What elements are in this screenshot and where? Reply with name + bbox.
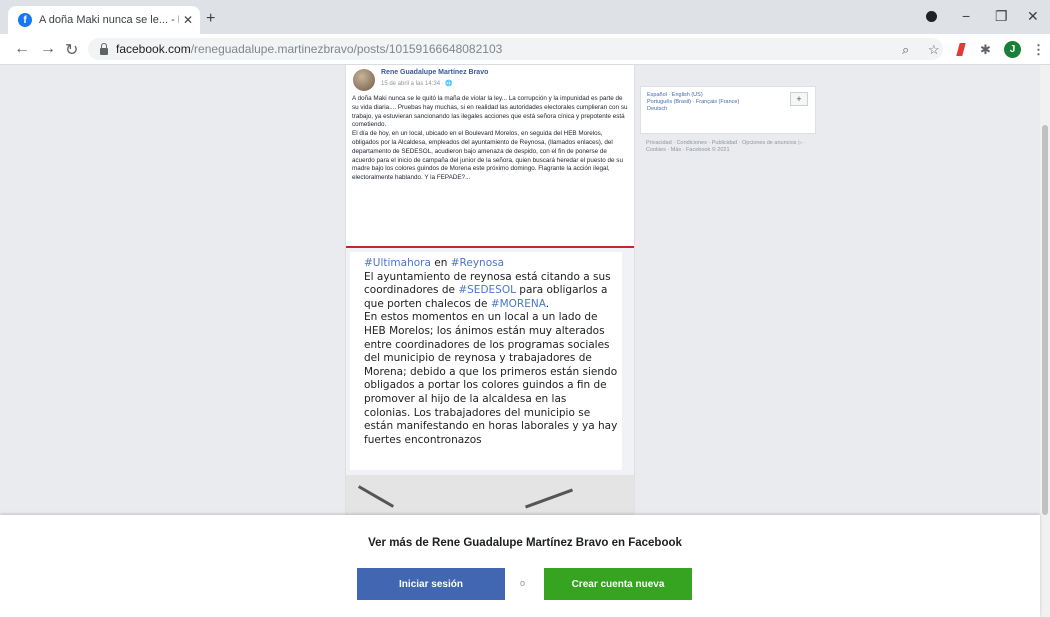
hashtag-link[interactable]: #Reynosa [451, 257, 504, 269]
browser-tab-bar: f A doña Maki nunca se le... - Rene ✕ + … [0, 0, 1050, 34]
create-account-button[interactable]: Crear cuenta nueva [544, 568, 692, 600]
back-icon[interactable]: ← [14, 40, 30, 58]
login-banner: Ver más de Rene Guadalupe Martínez Bravo… [0, 515, 1040, 617]
record-icon[interactable] [926, 11, 937, 22]
puzzle-icon[interactable]: ✱ [980, 42, 991, 58]
language-link[interactable]: English (US) [672, 92, 703, 98]
post-paragraph: El día de hoy, en un local, ubicado en e… [352, 130, 623, 182]
tab-title: A doña Maki nunca se le... - Rene [39, 14, 179, 26]
scrollbar-thumb[interactable] [1042, 125, 1048, 515]
post-image[interactable] [346, 475, 634, 515]
post-author[interactable]: Rene Guadalupe Martínez Bravo [381, 69, 488, 76]
hashtag-link[interactable]: #MORENA [491, 298, 546, 310]
facebook-favicon-icon: f [18, 13, 32, 27]
more-languages-button[interactable]: + [790, 92, 808, 106]
login-button[interactable]: Iniciar sesión [357, 568, 505, 600]
language-links: Español · English (US) Português (Brasil… [647, 92, 740, 113]
footer-links[interactable]: Privacidad · Condiciones · Publicidad · … [646, 140, 814, 154]
shared-post-text: #Ultimahora en #Reynosa El ayuntamiento d… [364, 257, 618, 446]
language-link[interactable]: Español [647, 92, 667, 98]
url-text[interactable]: facebook.com/reneguadalupe.martinezbravo… [116, 42, 502, 56]
language-link[interactable]: Português (Brasil) [647, 99, 691, 105]
browser-toolbar: ← → ↻ facebook.com/reneguadalupe.martine… [0, 34, 1050, 65]
author-avatar[interactable] [353, 69, 375, 91]
reload-icon[interactable]: ↻ [65, 40, 78, 60]
new-tab-button[interactable]: + [206, 10, 215, 28]
forward-icon[interactable]: → [40, 40, 56, 58]
window-close-button[interactable]: ✕ [1027, 8, 1039, 25]
post-date[interactable]: 15 de abril a las 14:34 · 🌐 [381, 80, 453, 87]
tab-close-icon[interactable]: ✕ [183, 13, 193, 27]
address-bar[interactable]: facebook.com/reneguadalupe.martinezbravo… [88, 38, 943, 60]
language-link[interactable]: Deutsch [647, 106, 667, 112]
star-icon[interactable]: ☆ [928, 42, 940, 58]
banner-title: Ver más de Rene Guadalupe Martínez Bravo… [368, 537, 682, 549]
window-minimize-button[interactable]: − [962, 8, 970, 24]
hashtag-link[interactable]: #Ultimahora [364, 257, 431, 269]
profile-avatar[interactable]: J [1004, 41, 1021, 58]
menu-icon[interactable]: ⋮ [1032, 42, 1045, 58]
browser-tab[interactable]: f A doña Maki nunca se le... - Rene ✕ [8, 6, 200, 34]
hashtag-link[interactable]: #SEDESOL [458, 284, 516, 296]
window-restore-button[interactable]: ❐ [995, 8, 1008, 25]
language-selector: Español · English (US) Português (Brasil… [640, 86, 816, 134]
extension-icon[interactable] [956, 43, 966, 56]
scrollbar[interactable] [1040, 65, 1050, 617]
post-paragraph: A doña Maki nunca se le quitó la maña de… [352, 95, 628, 129]
language-link[interactable]: Français (France) [696, 99, 739, 105]
post-text: A doña Maki nunca se le quitó la maña de… [352, 95, 628, 183]
or-separator: o [520, 578, 526, 588]
shared-post: #Ultimahora en #Reynosa El ayuntamiento d… [350, 252, 622, 470]
shared-post-area: #Ultimahora en #Reynosa El ayuntamiento d… [346, 248, 634, 478]
lock-icon [100, 42, 108, 55]
zoom-icon[interactable]: ⌕ [902, 42, 909, 58]
facebook-post: Rene Guadalupe Martínez Bravo 15 de abri… [345, 65, 635, 516]
